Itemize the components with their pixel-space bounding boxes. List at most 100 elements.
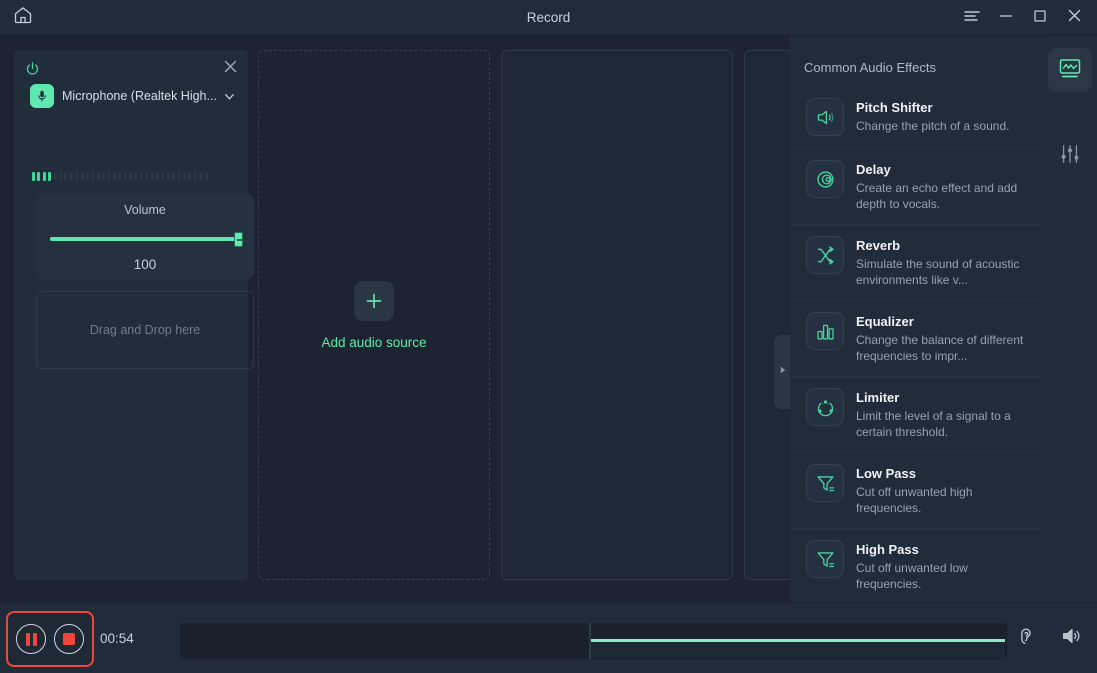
chevron-down-icon xyxy=(223,90,236,103)
effect-item-low-pass[interactable]: Low Pass Cut off unwanted high frequencie… xyxy=(792,452,1040,528)
right-tool-rail xyxy=(1042,36,1097,602)
effect-item-reverb[interactable]: Reverb Simulate the sound of acoustic env… xyxy=(792,224,1040,300)
home-button[interactable] xyxy=(0,0,46,36)
maximize-button[interactable] xyxy=(1023,0,1057,36)
volume-slider[interactable] xyxy=(50,232,243,247)
chevron-right-icon xyxy=(778,363,787,381)
limiter-circle-icon xyxy=(806,388,844,426)
echo-rings-icon xyxy=(806,160,844,198)
effect-name: Equalizer xyxy=(856,314,914,329)
bottom-right-icons xyxy=(1015,603,1083,673)
meter-segment xyxy=(123,172,127,181)
close-icon xyxy=(1067,8,1082,28)
minimize-icon xyxy=(999,9,1013,28)
meter-segment xyxy=(199,172,203,181)
meter-segment xyxy=(53,172,57,181)
add-audio-source-label: Add audio source xyxy=(321,334,427,350)
meter-segment xyxy=(193,172,197,181)
recording-timeline[interactable] xyxy=(180,623,1007,659)
volume-label: Volume xyxy=(124,203,166,217)
meter-segment xyxy=(102,172,106,181)
audio-level-meter xyxy=(32,172,242,181)
device-selector[interactable]: Microphone (Realtek High... xyxy=(30,84,236,108)
meter-segment xyxy=(58,172,62,181)
effect-description: Simulate the sound of acoustic environme… xyxy=(856,257,1020,287)
meter-segment xyxy=(42,172,46,181)
microphone-icon xyxy=(30,84,54,108)
drag-drop-label: Drag and Drop here xyxy=(89,323,201,337)
effect-description: Limit the level of a signal to a certain… xyxy=(856,409,1011,439)
slider-knob[interactable] xyxy=(234,232,243,247)
meter-segment xyxy=(129,172,133,181)
meter-segment xyxy=(134,172,138,181)
panel-collapse-handle[interactable] xyxy=(774,335,790,409)
filter-funnel-icon xyxy=(806,464,844,502)
meter-segment xyxy=(112,172,116,181)
source-slot-secondary[interactable] xyxy=(501,50,733,580)
shuffle-arrows-icon xyxy=(806,236,844,274)
effect-item-pitch-shifter[interactable]: Pitch Shifter Change the pitch of a sound… xyxy=(792,87,1040,148)
hamburger-menu-icon xyxy=(964,9,980,28)
meter-segment xyxy=(107,172,111,181)
stop-button[interactable] xyxy=(54,624,84,654)
meter-segment xyxy=(118,172,122,181)
effect-item-limiter[interactable]: Limiter Limit the level of a signal to a … xyxy=(792,376,1040,452)
effect-description: Create an echo effect and add depth to v… xyxy=(856,181,1018,211)
meter-segment xyxy=(188,172,192,181)
meter-segment xyxy=(96,172,100,181)
effect-name: Pitch Shifter xyxy=(856,100,933,115)
common-audio-effects-panel: Common Audio Effects Pitch Shifter Change… xyxy=(790,36,1042,602)
effect-name: High Pass xyxy=(856,542,919,557)
speaker-pitch-icon xyxy=(806,98,844,136)
rail-item-sliders[interactable] xyxy=(1048,134,1092,178)
meter-segment xyxy=(204,172,208,181)
menu-button[interactable] xyxy=(955,0,989,36)
meter-segment xyxy=(91,172,95,181)
effect-name: Low Pass xyxy=(856,466,916,481)
volume-control: Volume 100 xyxy=(36,194,254,279)
meter-segment xyxy=(69,172,73,181)
add-audio-source-slot[interactable]: Add audio source xyxy=(258,50,490,580)
drag-and-drop-zone[interactable]: Drag and Drop here xyxy=(36,291,254,369)
meter-segment xyxy=(64,172,68,181)
filter-funnel-icon xyxy=(806,540,844,578)
effect-item-high-pass[interactable]: High Pass Cut off unwanted low frequencie… xyxy=(792,528,1040,599)
rail-item-waveform-monitor[interactable] xyxy=(1047,48,1092,92)
close-button[interactable] xyxy=(1057,0,1091,36)
waveform-monitor-icon xyxy=(1058,56,1082,85)
pause-button[interactable] xyxy=(16,624,46,654)
plus-icon xyxy=(354,280,394,321)
effect-text: Reverb Simulate the sound of acoustic env… xyxy=(856,236,1026,288)
volume-value: 100 xyxy=(133,257,157,272)
source-header: Microphone (Realtek High... xyxy=(14,50,248,108)
meter-segment xyxy=(166,172,170,181)
power-icon[interactable] xyxy=(25,61,40,81)
meter-segment xyxy=(182,172,186,181)
meter-segment xyxy=(37,172,41,181)
meter-segment xyxy=(172,172,176,181)
maximize-icon xyxy=(1033,9,1047,28)
waveform-band xyxy=(591,642,1005,658)
minimize-button[interactable] xyxy=(989,0,1023,36)
effects-list: Pitch Shifter Change the pitch of a sound… xyxy=(790,87,1042,599)
speaker-icon xyxy=(1059,625,1083,652)
ear-icon xyxy=(1015,625,1037,652)
source-slots-area: Add audio source xyxy=(258,50,814,580)
meter-segment xyxy=(150,172,154,181)
effect-name: Limiter xyxy=(856,390,900,405)
title-bar: Record xyxy=(0,0,1097,36)
pause-icon xyxy=(25,632,37,646)
speaker-volume-button[interactable] xyxy=(1059,625,1083,652)
record-app-window: Record Microphone (Realtek High... Volum… xyxy=(0,0,1097,673)
effect-description: Cut off unwanted low frequencies. xyxy=(856,561,968,591)
record-controls-group xyxy=(6,611,94,667)
effect-item-equalizer[interactable]: Equalizer Change the balance of different… xyxy=(792,300,1040,376)
close-source-icon[interactable] xyxy=(223,59,238,79)
waveform-line xyxy=(591,639,1005,642)
effect-name: Reverb xyxy=(856,238,901,253)
stop-icon xyxy=(63,633,75,645)
ear-monitor-button[interactable] xyxy=(1015,625,1037,652)
page-title: Record xyxy=(526,10,571,25)
effect-description: Change the balance of different frequenc… xyxy=(856,333,1024,363)
effect-item-delay[interactable]: Delay Create an echo effect and add depth… xyxy=(792,148,1040,224)
